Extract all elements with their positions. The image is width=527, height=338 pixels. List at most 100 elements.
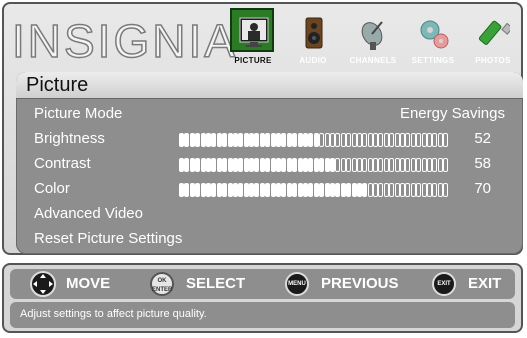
slider-segment-empty [443, 158, 449, 172]
slider-segment-filled [216, 183, 222, 197]
slider-segment-empty [367, 158, 373, 172]
color-slider[interactable] [179, 183, 449, 197]
slider-segment-filled [276, 183, 282, 197]
slider-segment-empty [416, 183, 422, 197]
tab-picture[interactable]: PICTURE [224, 8, 282, 70]
status-bar: Adjust settings to affect picture qualit… [10, 302, 515, 328]
slider-segment-empty [405, 183, 411, 197]
slider-segment-filled [249, 133, 255, 147]
slider-segment-filled [195, 133, 201, 147]
slider-segment-filled [292, 158, 298, 172]
ok-enter-button-icon: OK ENTER [150, 272, 174, 296]
slider-segment-filled [179, 183, 184, 197]
tab-channels[interactable]: CHANNELS [344, 8, 402, 70]
advanced-video-label: Advanced Video [34, 205, 143, 222]
slider-segment-empty [378, 158, 384, 172]
slider-segment-empty [383, 158, 389, 172]
slider-segment-filled [346, 183, 352, 197]
slider-segment-filled [232, 183, 238, 197]
color-row[interactable]: Color 70 [34, 180, 505, 200]
reset-picture-settings-row[interactable]: Reset Picture Settings [34, 230, 505, 250]
slider-segment-filled [297, 133, 303, 147]
picture-mode-value: Energy Savings [399, 105, 505, 122]
slider-segment-filled [313, 158, 319, 172]
slider-segment-empty [351, 158, 357, 172]
slider-segment-empty [346, 158, 352, 172]
tab-label: PHOTOS [475, 56, 511, 65]
slider-segment-filled [222, 158, 228, 172]
slider-segment-filled [292, 133, 298, 147]
tab-settings[interactable]: SETTINGS [404, 8, 462, 70]
tab-audio[interactable]: AUDIO [284, 8, 342, 70]
insignia-logo: INSIGNIA [11, 14, 238, 68]
slider-segment-filled [259, 133, 265, 147]
status-text: Adjust settings to affect picture qualit… [20, 308, 207, 320]
slider-segment-empty [416, 158, 422, 172]
previous-label: PREVIOUS [321, 275, 399, 292]
slider-segment-filled [211, 133, 217, 147]
exit-button-icon: EXIT [432, 272, 456, 296]
slider-segment-filled [265, 158, 271, 172]
satellite-dish-icon [361, 21, 383, 50]
slider-segment-empty [335, 133, 341, 147]
slider-segment-filled [179, 158, 184, 172]
slider-segment-empty [362, 133, 368, 147]
slider-segment-filled [319, 158, 325, 172]
panel-title: Picture [26, 74, 89, 96]
slider-segment-empty [356, 158, 362, 172]
slider-segment-empty [426, 183, 432, 197]
picture-mode-label: Picture Mode [34, 105, 123, 122]
slider-segment-empty [367, 183, 373, 197]
menu-button-icon: MENU [285, 272, 309, 296]
slider-segment-empty [389, 158, 395, 172]
slider-segment-filled [249, 183, 255, 197]
slider-segment-empty [335, 158, 341, 172]
slider-segment-filled [351, 183, 357, 197]
slider-segment-filled [286, 158, 292, 172]
slider-segment-filled [227, 133, 233, 147]
slider-segment-filled [297, 158, 303, 172]
slider-segment-filled [227, 158, 233, 172]
slider-segment-filled [189, 133, 195, 147]
slider-segment-empty [383, 133, 389, 147]
picture-mode-row[interactable]: Picture Mode Energy Savings [34, 105, 505, 125]
slider-segment-filled [184, 183, 190, 197]
slider-segment-filled [238, 158, 244, 172]
slider-segment-empty [389, 183, 395, 197]
slider-segment-empty [432, 183, 438, 197]
slider-segment-empty [437, 158, 443, 172]
slider-segment-empty [432, 133, 438, 147]
slider-segment-filled [324, 158, 330, 172]
slider-segment-filled [335, 183, 341, 197]
slider-segment-empty [443, 183, 449, 197]
gears-icon [420, 20, 449, 49]
brightness-row[interactable]: Brightness 52 [34, 130, 505, 150]
slider-segment-filled [302, 133, 308, 147]
slider-segment-filled [232, 133, 238, 147]
tab-photos[interactable]: PHOTOS [464, 8, 522, 70]
slider-segment-filled [205, 133, 211, 147]
slider-segment-empty [373, 133, 379, 147]
slider-segment-filled [308, 158, 314, 172]
slider-segment-filled [297, 183, 303, 197]
slider-segment-filled [270, 183, 276, 197]
advanced-video-row[interactable]: Advanced Video [34, 205, 505, 225]
slider-segment-filled [356, 183, 362, 197]
slider-segment-filled [211, 183, 217, 197]
slider-segment-filled [324, 183, 330, 197]
contrast-row[interactable]: Contrast 58 [34, 155, 505, 175]
brightness-slider[interactable] [179, 133, 449, 147]
picture-settings-panel: Picture Picture Mode Energy Savings Brig… [16, 72, 523, 254]
slider-segment-filled [254, 183, 260, 197]
tab-bar: PICTURE AUDIO CHANNELS SETTINGS PHOTOS [224, 8, 524, 70]
contrast-slider[interactable] [179, 158, 449, 172]
slider-segment-filled [259, 183, 265, 197]
hint-frame: MOVE OK ENTER SELECT MENU PREVIOUS EXIT … [2, 263, 523, 333]
slider-segment-empty [394, 158, 400, 172]
slider-segment-empty [340, 158, 346, 172]
slider-segment-filled [270, 133, 276, 147]
color-value: 70 [474, 180, 491, 197]
slider-segment-filled [189, 183, 195, 197]
slider-segment-empty [324, 133, 330, 147]
exit-label: EXIT [468, 275, 502, 292]
